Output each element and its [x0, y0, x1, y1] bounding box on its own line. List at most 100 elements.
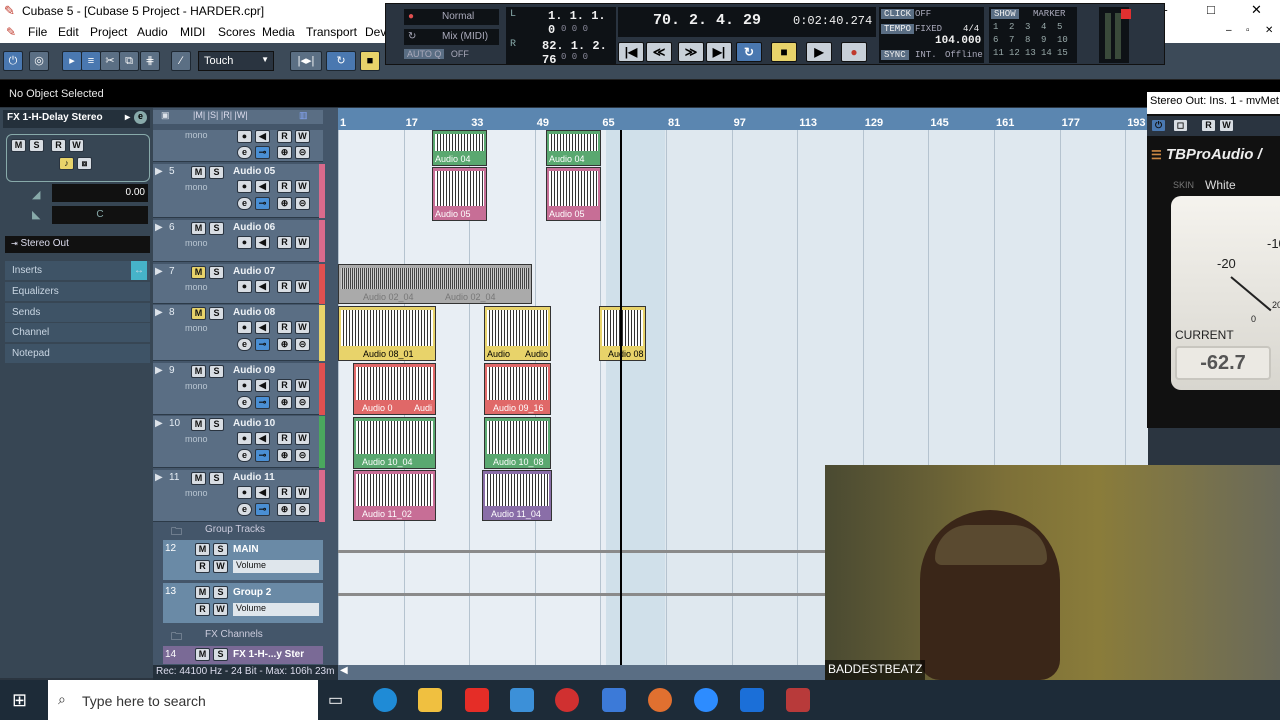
skin-value[interactable]: White: [1205, 178, 1236, 192]
listen-button[interactable]: ◀: [255, 321, 270, 334]
eq-icon[interactable]: ⊕: [277, 146, 292, 159]
mute-button[interactable]: M: [191, 418, 206, 431]
monitor-button[interactable]: ●: [237, 379, 252, 392]
doc-restore-button[interactable]: ▫: [1246, 25, 1250, 36]
playhead-cursor[interactable]: [620, 130, 622, 665]
monitor-button[interactable]: ●: [237, 236, 252, 249]
clip-audio-04-a[interactable]: Audio 04: [432, 130, 487, 166]
menu-devices[interactable]: Dev: [365, 25, 386, 39]
edit-channel-button[interactable]: e: [237, 503, 252, 516]
track-name[interactable]: FX 1-H-...y Ster: [233, 649, 304, 660]
windows-start-icon[interactable]: ⊞: [12, 690, 27, 711]
write-button[interactable]: W: [295, 236, 310, 249]
maximize-button[interactable]: □: [1207, 2, 1215, 17]
track-name[interactable]: Audio 06: [233, 222, 275, 233]
clip-audio-05-a[interactable]: Audio 05: [432, 167, 487, 221]
expand-arrow-icon[interactable]: ▶: [155, 307, 163, 318]
inspector-channel[interactable]: Channel: [5, 323, 150, 342]
fx-track[interactable]: 14 M S FX 1-H-...y Ster: [163, 646, 323, 664]
solo-button[interactable]: S: [209, 472, 224, 485]
go-to-start-button[interactable]: |◂▸|: [290, 51, 322, 71]
bluetooth-icon[interactable]: [740, 688, 764, 712]
clip-audio-05-b[interactable]: Audio 05: [546, 167, 601, 221]
menu-file[interactable]: File: [28, 25, 47, 39]
marker-number[interactable]: 6: [993, 35, 998, 45]
automation-mode-select[interactable]: Touch ▼: [198, 51, 274, 71]
listen-button[interactable]: ◀: [255, 236, 270, 249]
ruler[interactable]: 1 17 33 49 65 81 97 113 129 145 161 177 193: [338, 108, 1148, 130]
marker-number[interactable]: 9: [1041, 35, 1046, 45]
monitor-button[interactable]: ●: [237, 130, 252, 143]
media-player-icon[interactable]: [648, 688, 672, 712]
marker-number[interactable]: 8: [1025, 35, 1030, 45]
read-button[interactable]: R: [277, 180, 292, 193]
track-audio-04[interactable]: mono ● ◀ R W e ⊸ ⊕ ⊝: [153, 130, 323, 162]
marker-number[interactable]: 11: [993, 48, 1004, 58]
edit-channel-button[interactable]: e: [237, 197, 252, 210]
cycle-toggle-button[interactable]: ↻: [326, 51, 356, 71]
listen-button[interactable]: ◀: [255, 379, 270, 392]
fx-folder-track[interactable]: 🗀 FX Channels: [153, 627, 323, 643]
scroll-left-icon[interactable]: ◀: [340, 665, 348, 676]
marker-number[interactable]: 10: [1057, 35, 1068, 45]
cubase-taskbar-icon[interactable]: [786, 688, 810, 712]
solo-button[interactable]: S: [213, 543, 228, 556]
edit-channel-button[interactable]: e: [237, 449, 252, 462]
listen-button[interactable]: ◀: [255, 432, 270, 445]
marker-number[interactable]: 15: [1057, 48, 1068, 58]
solo-button[interactable]: S: [213, 648, 228, 661]
read-button[interactable]: R: [277, 236, 292, 249]
record-mode-select[interactable]: ● Normal: [404, 9, 499, 25]
read-button[interactable]: R: [277, 280, 292, 293]
youtube-icon[interactable]: [465, 688, 489, 712]
clip-audio-04-b[interactable]: Audio 04: [546, 130, 601, 166]
monitor-button[interactable]: ●: [237, 321, 252, 334]
track-name[interactable]: Audio 05: [233, 166, 275, 177]
sync-button[interactable]: SYNC: [881, 50, 909, 60]
split-tool[interactable]: ✂: [100, 51, 120, 71]
plugin-power-icon[interactable]: ⏻: [1151, 119, 1166, 132]
automation-param[interactable]: Volume: [233, 603, 319, 616]
file-explorer-icon[interactable]: [418, 688, 442, 712]
read-button[interactable]: R: [277, 432, 292, 445]
mute-button[interactable]: M: [195, 648, 210, 661]
opera-icon[interactable]: [555, 688, 579, 712]
position-display[interactable]: 70. 2. 4. 29 0:02:40.274: [618, 7, 876, 37]
go-to-start-icon[interactable]: |◀: [618, 42, 644, 62]
solo-button[interactable]: S: [209, 166, 224, 179]
write-button[interactable]: W: [295, 130, 310, 143]
group-track-2[interactable]: 13 M S Group 2 R W Volume: [163, 583, 323, 623]
mute-button[interactable]: M: [191, 266, 206, 279]
insert-icon[interactable]: ⊸: [255, 396, 270, 409]
track-name[interactable]: Group 2: [233, 587, 271, 598]
mute-button[interactable]: M: [191, 472, 206, 485]
eq-icon[interactable]: ⊕: [277, 338, 292, 351]
listen-button[interactable]: ◀: [255, 180, 270, 193]
clip-audio-10-a[interactable]: Audio 10_04: [353, 417, 436, 469]
track-controls-icons[interactable]: |M| |S| |R| |W|: [193, 110, 248, 120]
doc-minimize-button[interactable]: –: [1226, 25, 1232, 36]
solo-button[interactable]: S: [213, 586, 228, 599]
close-button[interactable]: ✕: [1251, 2, 1262, 18]
send-icon[interactable]: ⊝: [295, 503, 310, 516]
write-button[interactable]: W: [295, 180, 310, 193]
inspector-notepad[interactable]: Notepad: [5, 344, 150, 363]
track-name[interactable]: Audio 10: [233, 418, 275, 429]
monitor-button[interactable]: ●: [237, 432, 252, 445]
automation-param[interactable]: Volume: [233, 560, 319, 573]
marker-number[interactable]: 2: [1009, 22, 1014, 32]
mute-button[interactable]: M: [191, 166, 206, 179]
marker-number[interactable]: 12: [1009, 48, 1020, 58]
read-button[interactable]: R: [51, 139, 66, 152]
bypass-icon[interactable]: ⧈: [77, 157, 92, 170]
listen-button[interactable]: ◀: [255, 280, 270, 293]
play-icon[interactable]: ▶: [806, 42, 832, 62]
insert-icon[interactable]: ⊸: [255, 449, 270, 462]
tempo-button[interactable]: TEMPO: [881, 24, 915, 34]
mail-icon[interactable]: [510, 688, 534, 712]
send-icon[interactable]: ⊝: [295, 449, 310, 462]
send-icon[interactable]: ⊝: [295, 146, 310, 159]
zoom-icon[interactable]: [694, 688, 718, 712]
solo-button[interactable]: S: [209, 365, 224, 378]
edit-channel-button[interactable]: e: [237, 338, 252, 351]
